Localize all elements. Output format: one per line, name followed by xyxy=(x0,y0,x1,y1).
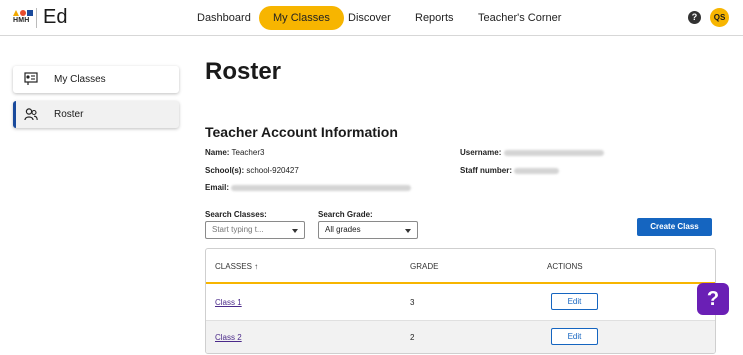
nav-reports[interactable]: Reports xyxy=(401,6,468,30)
grade-cell: 2 xyxy=(410,333,415,342)
schools-row: School(s): school-920427 xyxy=(205,166,299,175)
staff-number-label: Staff number: xyxy=(460,166,512,175)
staff-number-value-redacted xyxy=(514,167,560,174)
hmh-logo[interactable]: HMH xyxy=(13,7,35,29)
create-class-button[interactable]: Create Class xyxy=(637,218,712,236)
edit-button[interactable]: Edit xyxy=(551,293,598,310)
sidebar-item-my-classes[interactable]: My Classes xyxy=(13,66,179,93)
sidebar-item-label: My Classes xyxy=(54,74,106,85)
logo-divider xyxy=(36,8,37,28)
product-name: Ed xyxy=(43,6,68,28)
username-value-redacted xyxy=(503,149,604,156)
users-icon xyxy=(24,108,38,121)
username-label: Username: xyxy=(460,148,502,157)
schools-label: School(s): xyxy=(205,166,245,175)
edit-button[interactable]: Edit xyxy=(551,328,598,345)
question-circle-icon[interactable]: ? xyxy=(688,11,701,24)
nav-my-classes[interactable]: My Classes xyxy=(259,6,344,30)
column-header-classes[interactable]: CLASSES ↑ xyxy=(215,262,258,271)
staff-number-row: Staff number: xyxy=(460,166,560,175)
schools-value: school-920427 xyxy=(246,166,299,175)
page-title: Roster xyxy=(205,58,282,85)
search-grade-value: All grades xyxy=(325,225,361,234)
chevron-down-icon xyxy=(405,229,411,233)
email-label: Email: xyxy=(205,183,230,192)
email-value-redacted xyxy=(231,184,412,191)
grade-cell: 3 xyxy=(410,298,415,307)
search-classes-placeholder: Start typing t... xyxy=(212,225,264,234)
section-title: Teacher Account Information xyxy=(205,124,398,140)
avatar[interactable]: QS xyxy=(710,8,729,27)
top-navigation-bar: HMH Ed Dashboard My Classes Discover Rep… xyxy=(0,0,743,36)
name-label: Name: xyxy=(205,148,230,157)
sidebar-item-roster[interactable]: Roster xyxy=(13,101,179,128)
classroom-icon xyxy=(24,72,38,85)
search-grade-label: Search Grade: xyxy=(318,210,373,219)
name-value: Teacher3 xyxy=(231,148,265,157)
search-grade-select[interactable]: All grades xyxy=(318,221,418,239)
search-classes-label: Search Classes: xyxy=(205,210,267,219)
class-link[interactable]: Class 2 xyxy=(215,333,242,342)
logo-shapes-icon xyxy=(13,7,35,16)
nav-teachers-corner[interactable]: Teacher's Corner xyxy=(464,6,575,30)
classes-table: CLASSES ↑ GRADE ACTIONS Class 1 3 Edit C… xyxy=(205,248,716,354)
chevron-down-icon xyxy=(292,229,298,233)
sidebar-item-label: Roster xyxy=(54,109,84,120)
search-classes-input[interactable]: Start typing t... xyxy=(205,221,305,239)
nav-discover[interactable]: Discover xyxy=(334,6,405,30)
column-header-actions: ACTIONS xyxy=(547,262,583,271)
email-row: Email: xyxy=(205,183,412,192)
logo-brand: HMH xyxy=(13,17,30,24)
username-row: Username: xyxy=(460,148,604,157)
table-header: CLASSES ↑ GRADE ACTIONS xyxy=(206,249,715,284)
class-link[interactable]: Class 1 xyxy=(215,298,242,307)
column-header-grade: GRADE xyxy=(410,262,439,271)
table-row: Class 1 3 Edit xyxy=(206,286,715,321)
nav-dashboard[interactable]: Dashboard xyxy=(183,6,265,30)
table-row: Class 2 2 Edit xyxy=(206,320,715,353)
help-button[interactable]: ? xyxy=(697,283,729,315)
name-row: Name: Teacher3 xyxy=(205,148,264,157)
